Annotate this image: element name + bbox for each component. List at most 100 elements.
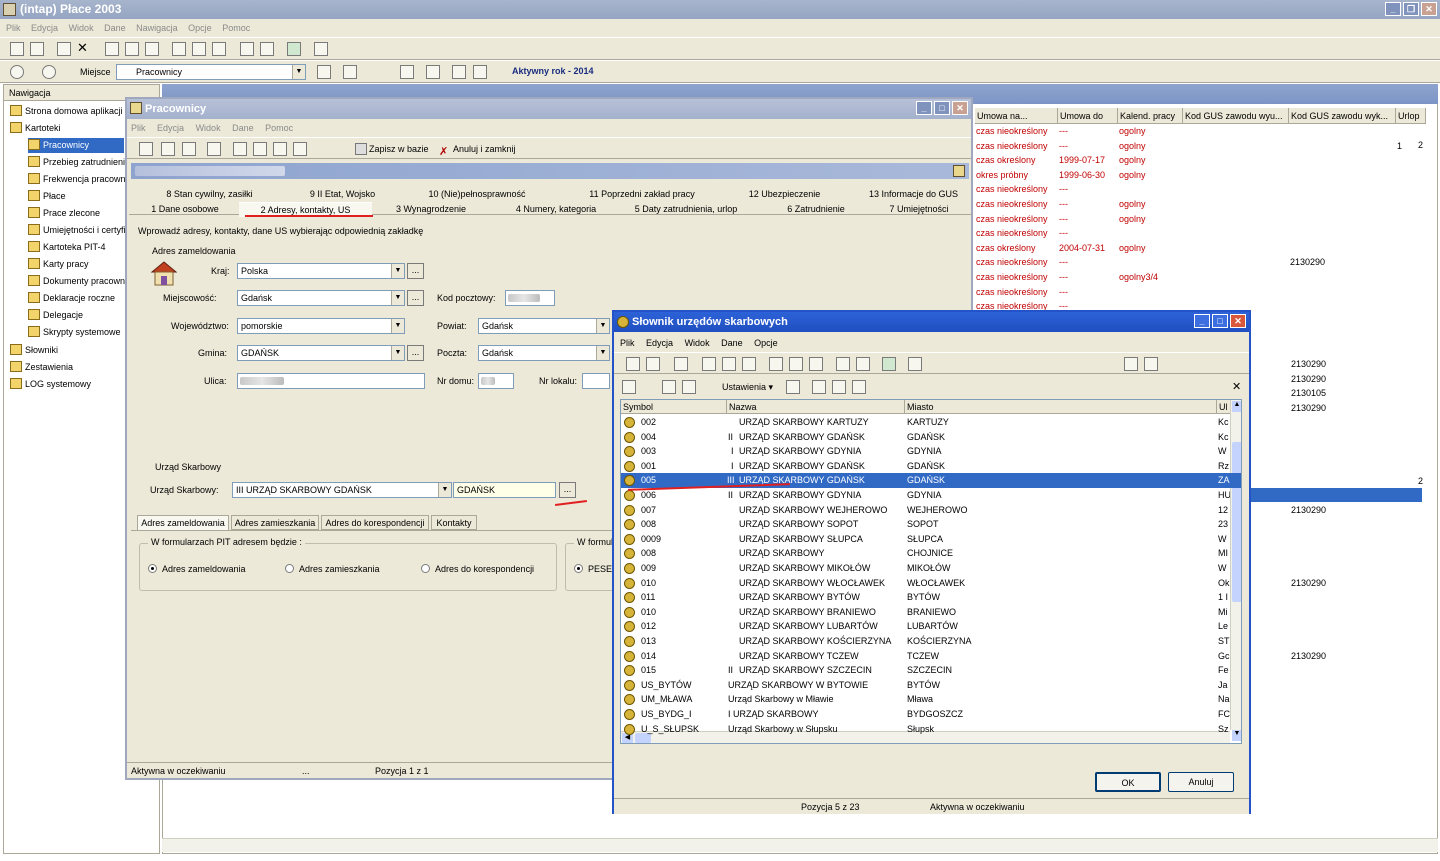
bookmark-icon[interactable] [1124, 357, 1138, 371]
chevron-down-icon[interactable]: ▼ [438, 483, 451, 497]
paste-icon[interactable] [809, 357, 823, 371]
miejscowosc-browse-button[interactable]: ... [407, 290, 424, 306]
sl-menu-widok[interactable]: Widok [685, 338, 710, 348]
nr-domu-input[interactable] [478, 373, 514, 389]
sort-icon[interactable] [662, 380, 676, 394]
list-item[interactable]: 014 URZĄD SKARBOWY TCZEW TCZEW Gc [621, 649, 1241, 664]
minimize-button[interactable]: _ [1385, 2, 1401, 16]
tab-bottom[interactable]: 6 Zatrudnienie [771, 202, 861, 217]
undo-icon[interactable] [293, 142, 307, 156]
chevron-down-icon[interactable]: ▼ [292, 65, 305, 79]
chevron-down-icon[interactable]: ▼ [391, 291, 404, 305]
list-item[interactable]: 009 URZĄD SKARBOWY MIKOŁÓW MIKOŁÓW W [621, 561, 1241, 576]
columns-icon[interactable] [1144, 357, 1158, 371]
save-button[interactable]: Zapisz w bazie [355, 141, 429, 157]
list-item[interactable]: UM_MŁAWA Urząd Skarbowy w Mławie Mława Na [621, 692, 1241, 707]
pr-menu-edycja[interactable]: Edycja [157, 123, 184, 133]
kod-pocztowy-input[interactable] [505, 290, 555, 306]
menu-plik[interactable]: Plik [6, 23, 21, 33]
chevron-down-icon[interactable]: ▼ [391, 319, 404, 333]
layout-icon[interactable] [852, 380, 866, 394]
list-item[interactable]: 004 II URZĄD SKARBOWY GDAŃSK GDAŃSK Kc [621, 430, 1241, 445]
close-icon[interactable]: ✕ [1232, 380, 1241, 393]
sl-menu-dane[interactable]: Dane [721, 338, 743, 348]
list-item[interactable]: 003 I URZĄD SKARBOWY GDYNIA GDYNIA W [621, 444, 1241, 459]
sl-menu-edycja[interactable]: Edycja [646, 338, 673, 348]
tab-bottom[interactable]: 5 Daty zatrudnienia, urlop [621, 202, 751, 217]
tab-top[interactable]: 8 Stan cywilny, zasiłki [147, 187, 272, 202]
menu-pomoc[interactable]: Pomoc [222, 23, 250, 33]
cut-icon[interactable] [253, 142, 267, 156]
find-next-icon[interactable] [856, 357, 870, 371]
tab-bottom[interactable]: 1 Dane osobowe [141, 202, 229, 217]
settings-icon[interactable] [473, 65, 487, 79]
paste-icon[interactable] [273, 142, 287, 156]
refresh-icon[interactable] [145, 42, 159, 56]
tab-bottom[interactable]: 7 Umiejętności [875, 202, 963, 217]
properties-icon[interactable] [646, 357, 660, 371]
find-icon[interactable] [836, 357, 850, 371]
wojewodztwo-combo[interactable]: pomorskie ▼ [237, 318, 405, 334]
edit-icon[interactable] [674, 357, 688, 371]
preview-icon[interactable] [722, 357, 736, 371]
pr-menu-dane[interactable]: Dane [232, 123, 254, 133]
properties-icon[interactable] [786, 380, 800, 394]
pracownicy-minimize-button[interactable]: _ [916, 101, 932, 115]
connect-icon[interactable] [908, 357, 922, 371]
paste-icon[interactable] [212, 42, 226, 56]
find-icon[interactable] [240, 42, 254, 56]
list-item[interactable]: 015 II URZĄD SKARBOWY SZCZECIN SZCZECIN Fe [621, 663, 1241, 678]
gmina-browse-button[interactable]: ... [407, 345, 424, 361]
scroll-up-icon[interactable]: ▲ [1232, 401, 1241, 412]
column-ulica[interactable]: Ul [1217, 400, 1231, 414]
grid-column-header[interactable]: Kod GUS zawodu wyk... [1289, 108, 1396, 124]
connect-icon[interactable] [139, 142, 153, 156]
refresh-icon[interactable] [742, 357, 756, 371]
list-item[interactable]: 013 URZĄD SKARBOWY KOŚCIERZYNA KOŚCIERZYNA… [621, 634, 1241, 649]
chevron-down-icon[interactable]: ▼ [391, 264, 404, 278]
print-icon[interactable] [105, 42, 119, 56]
miejscowosc-combo[interactable]: Gdańsk ▼ [237, 290, 405, 306]
nav-item[interactable]: Pracownicy [28, 138, 124, 153]
slownik-minimize-button[interactable]: _ [1194, 314, 1210, 328]
list-item[interactable]: 008 URZĄD SKARBOWY SOPOT SOPOT 23 [621, 517, 1241, 532]
address-tab[interactable]: Adres do korespondencji [321, 515, 429, 530]
filter-icon[interactable] [682, 380, 696, 394]
grid-column-header[interactable]: Kod GUS zawodu wyu... [1183, 108, 1289, 124]
sl-menu-plik[interactable]: Plik [620, 338, 635, 348]
list-item[interactable]: 010 URZĄD SKARBOWY WŁOCŁAWEK WŁOCŁAWEK Ok [621, 576, 1241, 591]
pit-id-option-pesel[interactable]: PESEL [574, 564, 617, 574]
preview-icon[interactable] [125, 42, 139, 56]
column-miasto[interactable]: Miasto [905, 400, 1217, 414]
column-nazwa[interactable]: Nazwa [727, 400, 905, 414]
pracownicy-maximize-button[interactable]: □ [934, 101, 950, 115]
tab-top[interactable]: 11 Poprzedni zakład pracy [567, 187, 717, 202]
ulica-input[interactable] [237, 373, 425, 389]
tab-bottom[interactable]: 4 Numery, kategoria [497, 202, 615, 217]
list-item[interactable]: US_BYDG_I I URZĄD SKARBOWY BYDGOSZCZ FC [621, 707, 1241, 722]
print-icon[interactable] [702, 357, 716, 371]
sl-menu-opcje[interactable]: Opcje [754, 338, 778, 348]
bookmark-icon[interactable] [317, 65, 331, 79]
kraj-browse-button[interactable]: ... [407, 263, 424, 279]
cancel-button[interactable]: Anuluj [1168, 772, 1234, 792]
cancel-close-button[interactable]: ✗ Anuluj i zamknij [439, 141, 516, 158]
ok-button[interactable]: OK [1095, 772, 1161, 792]
pr-menu-plik[interactable]: Plik [131, 123, 146, 133]
tab-top[interactable]: 9 II Etat, Wojsko [295, 187, 390, 202]
tools-icon[interactable] [452, 65, 466, 79]
properties-icon[interactable] [207, 142, 221, 156]
slownik-maximize-button[interactable]: □ [1212, 314, 1228, 328]
delete-icon[interactable]: ✕ [77, 41, 91, 56]
home-icon[interactable] [343, 65, 357, 79]
help-icon[interactable] [426, 65, 440, 79]
properties-icon[interactable] [30, 42, 44, 56]
import-icon[interactable] [832, 380, 846, 394]
list-item[interactable]: 001 I URZĄD SKARBOWY GDAŃSK GDAŃSK Rz [621, 459, 1241, 474]
list-item[interactable]: 008 URZĄD SKARBOWY CHOJNICE MI [621, 546, 1241, 561]
us-combo[interactable]: III URZĄD SKARBOWY GDAŃSK ▼ [232, 482, 452, 498]
grid-column-header[interactable]: Kalend. pracy [1118, 108, 1183, 124]
us-browse-button[interactable]: ... [559, 482, 576, 498]
forward-icon[interactable] [42, 65, 56, 79]
cut-icon[interactable] [789, 357, 803, 371]
